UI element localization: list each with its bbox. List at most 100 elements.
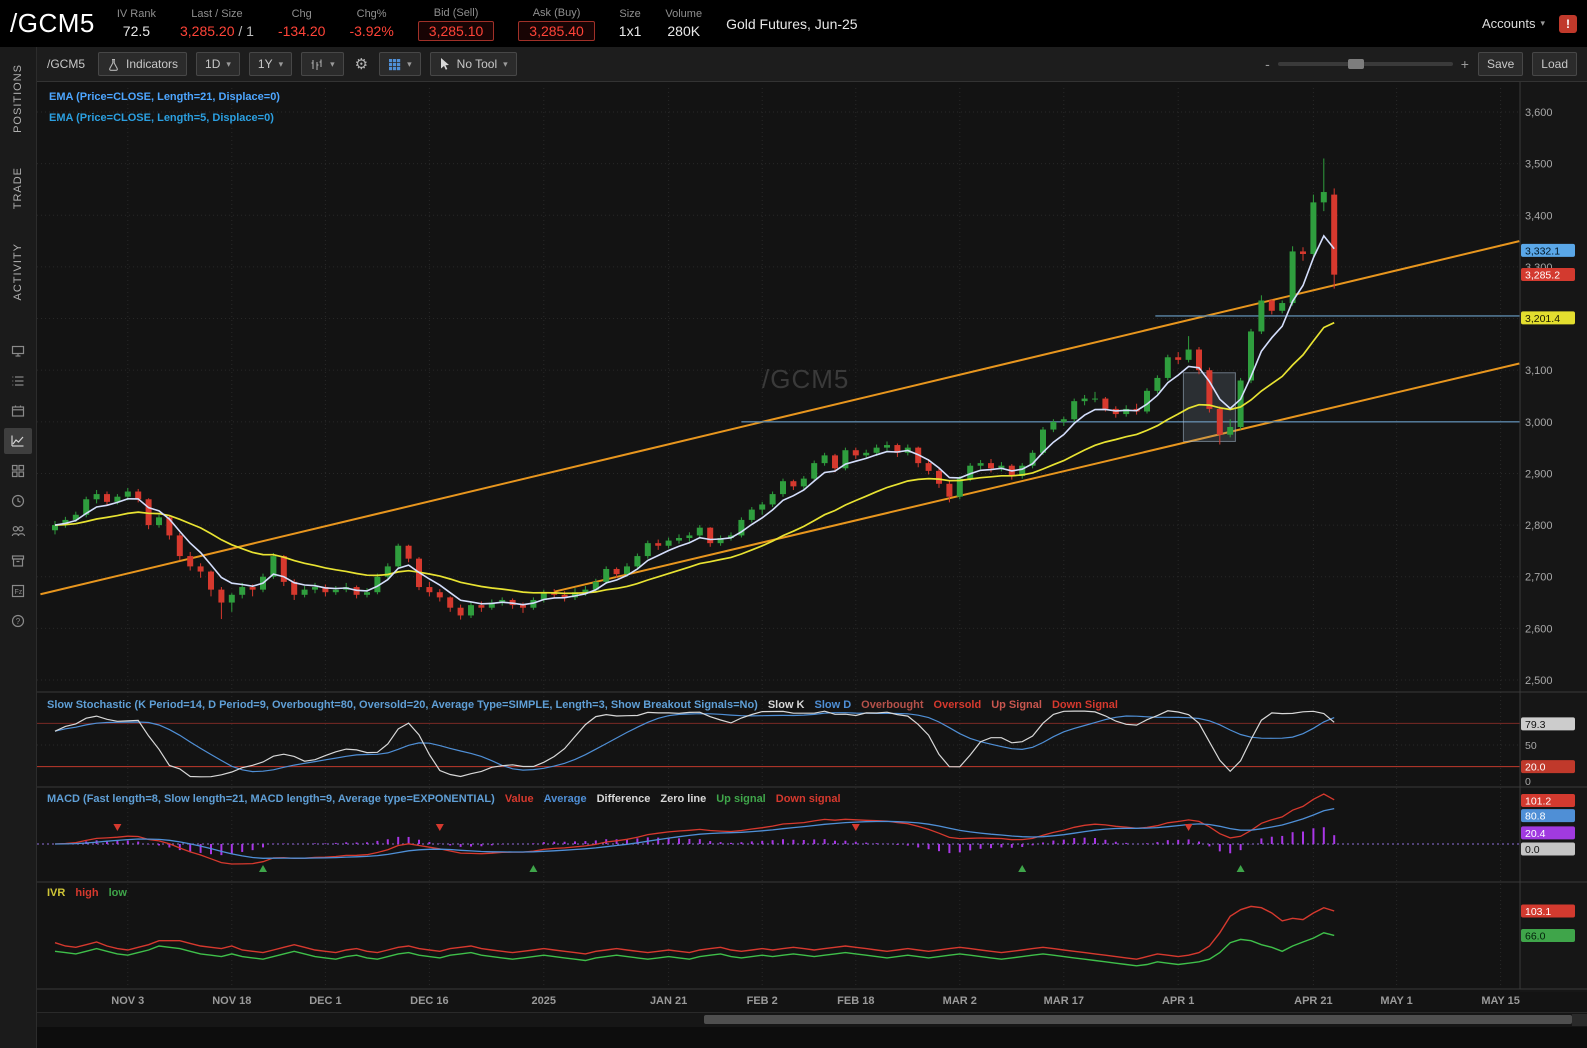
load-button[interactable]: Load — [1532, 52, 1577, 76]
aggregation-dropdown[interactable]: 1D ▾ — [196, 52, 240, 76]
legend-item: Difference — [596, 793, 651, 805]
svg-text:20.0: 20.0 — [1525, 762, 1546, 774]
legend-item: IVR — [47, 887, 66, 899]
legend-item: Value — [504, 793, 534, 805]
svg-text:3,600: 3,600 — [1525, 107, 1553, 119]
zoom-control: - + — [1265, 56, 1469, 72]
legend-item: Zero line — [660, 793, 707, 805]
x-axis-label: MAY 1 — [1380, 995, 1413, 1007]
zoom-slider[interactable] — [1277, 59, 1453, 69]
x-axis-label: NOV 3 — [111, 995, 145, 1007]
chart-icon[interactable] — [4, 427, 32, 454]
grid-layout-dropdown[interactable]: ▾ — [379, 52, 421, 76]
chart-settings-button[interactable]: ⚙ — [353, 53, 370, 75]
chevron-down-icon: ▾ — [407, 58, 412, 69]
volume-label: Volume — [665, 7, 703, 20]
save-button[interactable]: Save — [1477, 52, 1524, 76]
legend-item: Slow Stochastic (K Period=14, D Period=9… — [47, 699, 758, 711]
calendar-icon[interactable] — [4, 398, 32, 424]
x-axis-label: MAR 17 — [1043, 995, 1084, 1007]
iv-rank-value: 72.5 — [122, 22, 151, 39]
svg-text:Fz: Fz — [15, 589, 23, 596]
x-axis-label: NOV 18 — [212, 995, 252, 1007]
last-size-value: / 1 — [238, 22, 254, 39]
chart-scrollbar[interactable] — [37, 1012, 1587, 1027]
alert-icon[interactable]: ! — [1559, 14, 1577, 33]
time-axis: NOV 3 NOV 18 DEC 1 DEC 16 2025 JAN 21 FEB 2 FEB… — [37, 992, 1587, 1012]
chart-area: /GCM5 3,6003,5003,4003,3003,2003,1003,00… — [37, 82, 1587, 992]
zoom-slider-thumb[interactable] — [1347, 59, 1364, 69]
archive-icon[interactable] — [4, 548, 32, 574]
bid-label: Bid (Sell) — [433, 6, 479, 19]
legend-item: Down signal — [775, 793, 841, 805]
zoom-in-button[interactable]: + — [1461, 56, 1469, 72]
orders-icon[interactable] — [4, 368, 32, 394]
pane-dividers — [37, 82, 1587, 990]
chart-toolbar: /GCM5 Indicators 1D ▾ 1Y ▾ ▾ ⚙ ▾ No Tool… — [37, 47, 1587, 82]
legend-item: Overbought — [861, 699, 924, 711]
x-axis-label: FEB 2 — [746, 995, 778, 1007]
chevron-down-icon: ▾ — [278, 58, 284, 69]
svg-text:79.3: 79.3 — [1525, 719, 1546, 731]
svg-text:2,500: 2,500 — [1525, 675, 1553, 687]
chg-value: -134.20 — [277, 22, 326, 39]
zoom-out-button[interactable]: - — [1265, 56, 1270, 72]
ema21-study-label: EMA (Price=CLOSE, Length=21, Displace=0) — [49, 91, 280, 103]
forex-icon[interactable]: Fz — [4, 578, 32, 604]
chg-pct-value: -3.92% — [349, 22, 394, 39]
last-value: 3,285.20 — [179, 22, 235, 39]
aggregation-value: 1D — [205, 57, 221, 71]
drawing-tool-dropdown[interactable]: No Tool ▾ — [429, 52, 517, 76]
history-icon[interactable] — [4, 488, 32, 514]
blue-grid-icon — [389, 58, 401, 70]
legend-item: Slow D — [814, 699, 852, 711]
volume-col: Volume 280K — [665, 8, 702, 40]
svg-text:3,201.4: 3,201.4 — [1525, 313, 1560, 325]
chg-col: Chg -134.20 — [278, 8, 325, 40]
stochastic-legend: Slow Stochastic (K Period=14, D Period=9… — [47, 699, 1128, 711]
chart-type-dropdown[interactable]: ▾ — [301, 52, 344, 76]
accounts-dropdown[interactable]: Accounts ▾ — [1482, 16, 1545, 31]
last-size-label: Last / Size — [191, 7, 243, 20]
sidebar-icons: Fz ? — [4, 336, 32, 636]
size-label: Size — [619, 7, 641, 20]
sidebar-tab-activity[interactable]: ACTIVITY — [12, 243, 24, 301]
indicators-button[interactable]: Indicators — [98, 52, 188, 76]
ivr-pane — [54, 905, 1335, 967]
price-chart[interactable]: 3,6003,5003,4003,3003,2003,1003,0002,900… — [37, 82, 1587, 992]
bid-button[interactable]: 3,285.10 — [417, 20, 495, 41]
indicators-label: Indicators — [126, 57, 179, 71]
range-dropdown[interactable]: 1Y ▾ — [248, 52, 293, 76]
chart-watermark: /GCM5 — [762, 364, 850, 394]
ask-button[interactable]: 3,285.40 — [518, 20, 595, 41]
svg-text:2,700: 2,700 — [1525, 572, 1553, 584]
chart-panel: /GCM5 Indicators 1D ▾ 1Y ▾ ▾ ⚙ ▾ No Tool… — [37, 47, 1587, 1048]
help-icon[interactable]: ? — [4, 608, 32, 634]
svg-text:3,500: 3,500 — [1525, 159, 1553, 171]
grid-icon[interactable] — [4, 458, 32, 484]
svg-text:3,400: 3,400 — [1525, 210, 1553, 222]
svg-text:3,332.1: 3,332.1 — [1525, 245, 1560, 257]
gear-icon: ⚙ — [354, 56, 369, 73]
legend-item: MACD (Fast length=8, Slow length=21, MAC… — [47, 793, 495, 805]
svg-text:3,100: 3,100 — [1525, 365, 1553, 377]
chevron-down-icon: ▾ — [330, 58, 335, 69]
chevron-down-icon: ▾ — [226, 58, 231, 69]
sidebar-tab-trade[interactable]: TRADE — [12, 167, 24, 209]
x-axis-label: DEC 1 — [309, 995, 342, 1007]
legend-item: Oversold — [933, 699, 982, 711]
x-axis-label: 2025 — [531, 995, 557, 1007]
legend-item: Down Signal — [1051, 699, 1118, 711]
chg-label: Chg — [291, 7, 312, 20]
ask-col: Ask (Buy) 3,285.40 — [518, 7, 595, 41]
ema5-study-label: EMA (Price=CLOSE, Length=5, Displace=0) — [49, 112, 274, 124]
range-value: 1Y — [257, 57, 273, 71]
svg-text:?: ? — [16, 617, 21, 626]
ivr-legend: IVR high low — [47, 887, 137, 899]
monitor-icon[interactable] — [4, 338, 32, 364]
community-icon[interactable] — [4, 518, 32, 544]
svg-text:0.0: 0.0 — [1525, 844, 1540, 856]
scrollbar-thumb[interactable] — [703, 1015, 1572, 1024]
sidebar-tab-positions[interactable]: POSITIONS — [12, 64, 24, 133]
x-axis-label: DEC 16 — [410, 995, 449, 1007]
